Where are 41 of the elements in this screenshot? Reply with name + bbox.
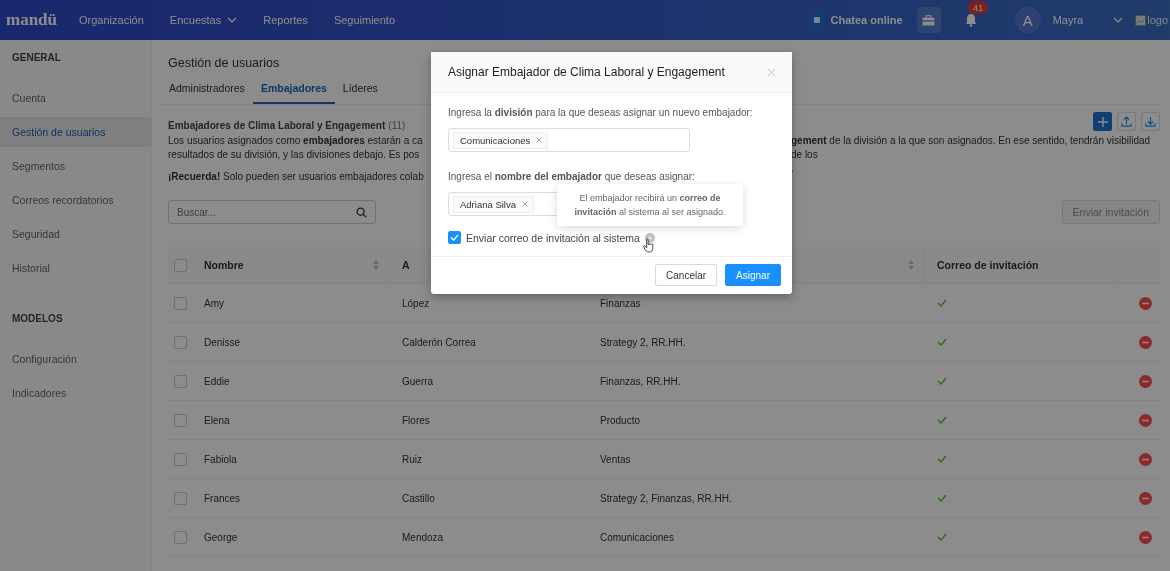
table-cell: Frances [204,492,241,504]
table-cell: Flores [402,414,430,426]
table-cell: Fabiola [204,453,237,465]
table-cell: Calderón Correa [402,336,476,348]
table-cell: Strategy 2, RR.HH. [600,336,686,348]
tooltip: El embajador recibirá un correo de invitación al sistema al ser asignado. [556,183,743,226]
modal-title: Asignar Embajador de Clima Laboral y Engagement [448,65,725,79]
table-cell: Mendoza [402,531,444,543]
section-title: Embajadores de Clima Laboral y Engagement [168,120,386,131]
column-header: Nombre [204,259,244,271]
table-cell: Comunicaciones [600,531,674,543]
table-cell: Producto [600,414,641,426]
table-cell: Finanzas, RR.HH. [600,375,681,387]
table-cell: Ventas [600,453,631,465]
table-cell: Finanzas [600,297,641,309]
table-cell: Eddie [204,375,230,387]
column-header: A [402,259,410,271]
description-text: ¡Recuerda! Solo pueden ser usuarios embajadores colab [168,170,425,184]
table-cell: López [402,297,430,309]
division-tag: Comunicaciones [453,131,549,149]
table-cell: Guerra [402,375,434,387]
table-cell: George [204,531,238,543]
sidebar-heading: MODELOS [11,313,64,324]
notification-count: 41 [967,1,989,14]
table-cell: Elena [204,414,230,426]
column-header: Correo de invitación [937,259,1039,271]
description-text: Los usuarios asignados como embajadores estarán a ca [168,134,424,148]
page-title: Gestión de usuarios [168,56,281,70]
table-cell: Ruiz [402,453,422,465]
field-label: Ingresa el nombre del embajador que deseas asignar: [448,171,696,182]
ambassador-tag: Adriana Silva [453,195,534,213]
description-text: resultados de su división, y las divisiones debajo. Es pos [168,148,421,162]
table-cell: Strategy 2, Finanzas, RR.HH. [600,492,732,504]
field-label: Ingresa la división para la que deseas asignar un nuevo embajador: [448,107,754,118]
image-alt-text: logo [1147,14,1168,26]
table-cell: Amy [204,297,224,309]
table-cell: Denisse [204,336,241,348]
description-text: . [791,162,795,176]
ambassador-count: (11) [388,120,406,131]
sidebar-heading: GENERAL [11,52,62,63]
table-cell: Castillo [402,492,435,504]
